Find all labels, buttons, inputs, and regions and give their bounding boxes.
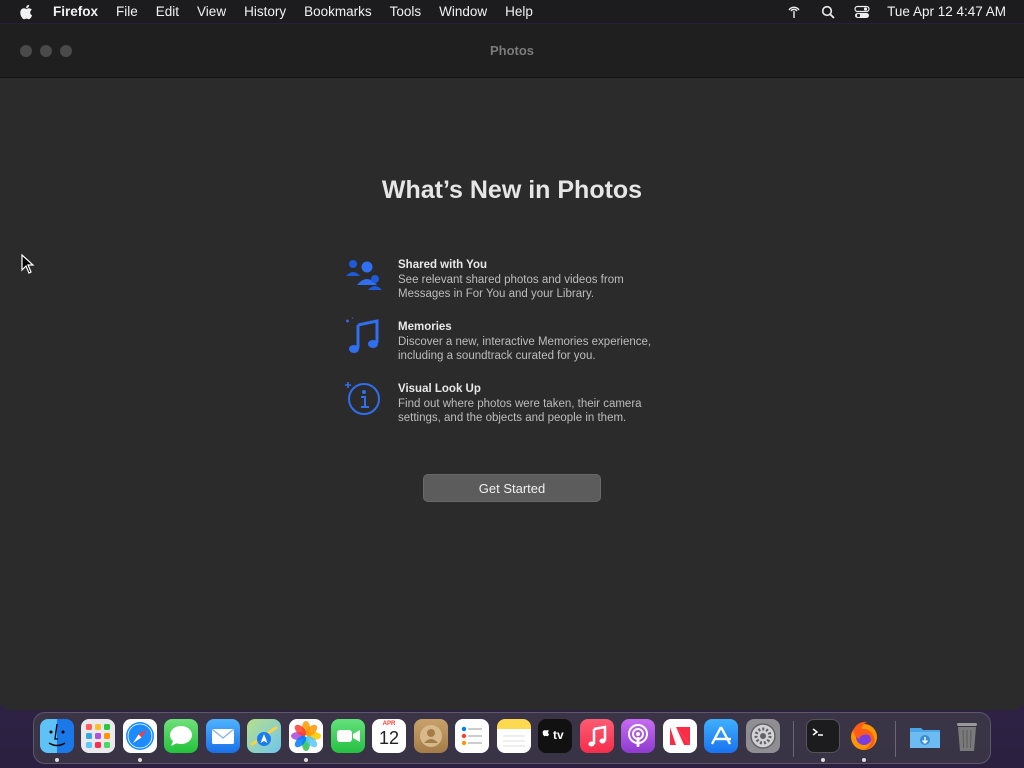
window-title: Photos <box>489 43 535 58</box>
dock-app-store-icon[interactable] <box>704 719 738 753</box>
menu-app-firefox[interactable]: Firefox <box>44 0 107 23</box>
running-indicator <box>138 758 142 762</box>
dock: APR 12 tv <box>33 712 991 764</box>
feature-list: Shared with You See relevant shared phot… <box>343 255 683 441</box>
visual-lookup-icon <box>343 379 385 419</box>
calendar-day: 12 <box>378 728 400 748</box>
dock-facetime-icon[interactable] <box>331 719 365 753</box>
menu-file[interactable]: File <box>107 0 147 23</box>
tv-label: tv <box>553 728 564 742</box>
dock-reminders-icon[interactable] <box>455 719 489 753</box>
menu-clock[interactable]: Tue Apr 12 4:47 AM <box>887 4 1006 19</box>
dock-music-icon[interactable] <box>580 719 614 753</box>
title-bar[interactable]: Photos <box>0 24 1024 78</box>
page-title: What’s New in Photos <box>381 176 643 204</box>
dock-calendar-icon[interactable]: APR 12 <box>372 719 406 753</box>
dock-maps-icon[interactable] <box>247 719 281 753</box>
dock-safari-icon[interactable] <box>123 719 157 753</box>
dock-finder-icon[interactable] <box>40 719 74 753</box>
feature-description: See relevant shared photos and videos fr… <box>398 274 624 300</box>
running-indicator <box>55 758 59 762</box>
dock-photos-icon[interactable] <box>289 719 323 753</box>
dock-separator <box>793 721 794 757</box>
photos-window: Photos What’s New in Photos Shared with … <box>0 24 1024 710</box>
dock-launchpad-icon[interactable] <box>81 719 115 753</box>
dock-messages-icon[interactable] <box>164 719 198 753</box>
dock-notes-icon[interactable] <box>497 719 531 753</box>
search-icon[interactable] <box>819 4 837 20</box>
music-note-icon <box>343 317 385 357</box>
menu-window[interactable]: Window <box>430 0 496 23</box>
menu-history[interactable]: History <box>235 0 295 23</box>
get-started-button[interactable]: Get Started <box>423 474 601 502</box>
dock-downloads-icon[interactable] <box>908 719 942 753</box>
dock-contacts-icon[interactable] <box>414 719 448 753</box>
feature-memories: Memories Discover a new, interactive Mem… <box>343 317 683 379</box>
dock-separator <box>895 721 896 757</box>
feature-title: Visual Look Up <box>398 383 481 395</box>
menu-tools[interactable]: Tools <box>381 0 431 23</box>
running-indicator <box>304 758 308 762</box>
menu-view[interactable]: View <box>188 0 235 23</box>
feature-title: Memories <box>398 321 452 333</box>
dock-firefox-icon[interactable] <box>847 719 881 753</box>
airdrop-icon[interactable] <box>785 4 803 20</box>
feature-visual-look-up: Visual Look Up Find out where photos wer… <box>343 379 683 441</box>
dock-system-preferences-icon[interactable] <box>746 719 780 753</box>
menu-edit[interactable]: Edit <box>147 0 188 23</box>
dock-trash-icon[interactable] <box>950 719 984 753</box>
menu-bar: Firefox File Edit View History Bookmarks… <box>0 0 1024 23</box>
dock-mail-icon[interactable] <box>206 719 240 753</box>
running-indicator <box>862 758 866 762</box>
feature-description: Find out where photos were taken, their … <box>398 398 642 424</box>
menu-help[interactable]: Help <box>496 0 542 23</box>
calendar-month: APR <box>382 721 396 727</box>
dock-news-icon[interactable] <box>663 719 697 753</box>
dock-tv-icon[interactable]: tv <box>538 719 572 753</box>
control-center-icon[interactable] <box>853 4 871 20</box>
dock-podcasts-icon[interactable] <box>621 719 655 753</box>
running-indicator <box>821 758 825 762</box>
menu-bookmarks[interactable]: Bookmarks <box>295 0 381 23</box>
shared-people-icon <box>343 255 385 295</box>
feature-shared-with-you: Shared with You See relevant shared phot… <box>343 255 683 317</box>
feature-title: Shared with You <box>398 259 488 271</box>
dock-terminal-icon[interactable] <box>806 719 840 753</box>
whats-new-panel: What’s New in Photos Shared with You See… <box>0 78 1024 710</box>
feature-description: Discover a new, interactive Memories exp… <box>398 336 652 362</box>
mouse-cursor-icon <box>21 253 35 274</box>
apple-icon[interactable] <box>18 4 34 20</box>
